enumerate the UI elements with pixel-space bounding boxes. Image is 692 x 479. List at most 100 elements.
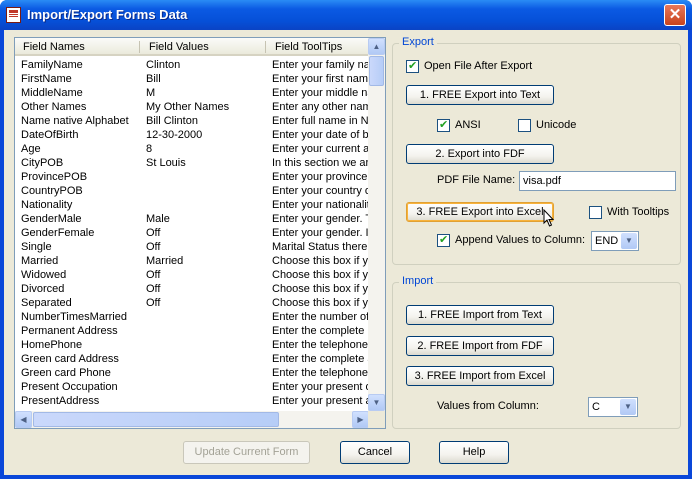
- field-value-cell: Bill: [146, 73, 161, 85]
- field-tooltip-cell: Enter your gender. I: [272, 227, 369, 239]
- scroll-down-icon[interactable]: ▼: [368, 394, 385, 411]
- table-row[interactable]: Green card Address Enter the complete a: [15, 352, 369, 366]
- column-divider[interactable]: [139, 41, 140, 53]
- field-tooltip-cell: Enter your nationality: [272, 199, 369, 211]
- table-row[interactable]: FirstName Bill Enter your first name: [15, 72, 369, 86]
- table-row[interactable]: Married Married Choose this box if yo: [15, 254, 369, 268]
- vertical-scroll-thumb[interactable]: [369, 56, 384, 86]
- open-after-export-checkbox[interactable]: [406, 59, 419, 73]
- field-value-cell: Off: [146, 283, 161, 295]
- append-values-checkbox[interactable]: [437, 233, 450, 247]
- table-row[interactable]: Name native Alphabet Bill Clinton Enter fu…: [15, 114, 369, 128]
- field-tooltip-cell: Enter the number of: [272, 311, 369, 323]
- ansi-checkbox[interactable]: [437, 118, 450, 132]
- window-title: Import/Export Forms Data: [27, 7, 188, 22]
- field-value-cell: 12-30-2000: [146, 129, 203, 141]
- import-group: Import 1. FREE Import from Text 2. FREE …: [392, 275, 681, 429]
- help-button[interactable]: Help: [439, 441, 509, 464]
- column-header-field-names[interactable]: Field Names: [23, 41, 85, 53]
- scrollbar-corner: [368, 411, 385, 428]
- scroll-right-icon[interactable]: ▶: [352, 411, 369, 428]
- unicode-checkbox[interactable]: [518, 119, 531, 132]
- open-after-export-label[interactable]: Open File After Export: [424, 60, 532, 72]
- field-name-cell: Age: [21, 143, 41, 155]
- table-row[interactable]: GenderFemale Off Enter your gender. I: [15, 226, 369, 240]
- import-text-button[interactable]: 1. FREE Import from Text: [406, 305, 554, 325]
- table-row[interactable]: Single Off Marital Status there: [15, 240, 369, 254]
- field-value-cell: Bill Clinton: [146, 115, 198, 127]
- table-row[interactable]: CityPOB St Louis In this section we ar: [15, 156, 369, 170]
- field-value-cell: Off: [146, 227, 161, 239]
- table-row[interactable]: Age 8 Enter your current ag: [15, 142, 369, 156]
- horizontal-scroll-thumb[interactable]: [33, 412, 279, 427]
- fields-list-view[interactable]: Field Names Field Values Field ToolTips …: [14, 37, 386, 429]
- table-row[interactable]: HomePhone Enter the telephone: [15, 338, 369, 352]
- app-form-icon: [6, 7, 21, 23]
- append-values-label[interactable]: Append Values to Column:: [455, 234, 585, 246]
- with-tooltips-label[interactable]: With Tooltips: [607, 206, 669, 218]
- field-tooltip-cell: Enter the complete p: [272, 325, 369, 337]
- ansi-label[interactable]: ANSI: [455, 119, 481, 131]
- import-column-select[interactable]: C ▼: [588, 397, 638, 417]
- table-row[interactable]: DateOfBirth 12-30-2000 Enter your date of …: [15, 128, 369, 142]
- table-row[interactable]: GenderMale Male Enter your gender. T: [15, 212, 369, 226]
- field-tooltip-cell: Enter your present o: [272, 381, 369, 393]
- table-row[interactable]: Divorced Off Choose this box if yo: [15, 282, 369, 296]
- field-name-cell: Single: [21, 241, 52, 253]
- table-row[interactable]: FamilyName Clinton Enter your family nam: [15, 58, 369, 72]
- append-column-select[interactable]: END ▼: [591, 231, 639, 251]
- table-row[interactable]: Other Names My Other Names Enter any other…: [15, 100, 369, 114]
- field-name-cell: CountryPOB: [21, 185, 83, 197]
- field-name-cell: GenderMale: [21, 213, 82, 225]
- field-value-cell: My Other Names: [146, 101, 230, 113]
- field-value-cell: Married: [146, 255, 184, 267]
- scroll-up-icon[interactable]: ▲: [368, 38, 385, 55]
- title-bar[interactable]: Import/Export Forms Data ✕: [0, 0, 692, 30]
- column-header-field-tooltips[interactable]: Field ToolTips: [275, 41, 342, 53]
- field-name-cell: CityPOB: [21, 157, 64, 169]
- table-row[interactable]: CountryPOB Enter your country o: [15, 184, 369, 198]
- export-fdf-button[interactable]: 2. Export into FDF: [406, 144, 554, 164]
- update-current-form-button[interactable]: Update Current Form: [183, 441, 310, 464]
- cancel-button[interactable]: Cancel: [340, 441, 410, 464]
- table-row[interactable]: MiddleName M Enter your middle nar: [15, 86, 369, 100]
- values-from-column-label: Values from Column:: [437, 400, 539, 412]
- scroll-left-icon[interactable]: ◀: [15, 411, 32, 428]
- table-row[interactable]: Green card Phone Enter the telephone: [15, 366, 369, 380]
- pdf-file-name-input[interactable]: visa.pdf: [519, 171, 676, 191]
- table-row[interactable]: PresentAddress Enter your present a: [15, 394, 369, 408]
- field-name-cell: Separated: [21, 297, 72, 309]
- field-tooltip-cell: Enter your date of bi: [272, 129, 369, 141]
- vertical-scrollbar[interactable]: ▲ ▼: [368, 38, 385, 411]
- horizontal-scrollbar[interactable]: ◀ ▶: [15, 411, 369, 428]
- field-name-cell: Green card Address: [21, 353, 119, 365]
- close-button[interactable]: ✕: [664, 4, 686, 26]
- table-row[interactable]: Permanent Address Enter the complete p: [15, 324, 369, 338]
- export-group: Export Open File After Export 1. FREE Ex…: [392, 36, 681, 265]
- table-row[interactable]: Present Occupation Enter your present o: [15, 380, 369, 394]
- unicode-label[interactable]: Unicode: [536, 119, 576, 131]
- field-name-cell: Present Occupation: [21, 381, 118, 393]
- field-tooltip-cell: Enter your middle nar: [272, 87, 369, 99]
- import-fdf-button[interactable]: 2. FREE Import from FDF: [406, 336, 554, 356]
- field-name-cell: ProvincePOB: [21, 171, 88, 183]
- table-row[interactable]: Widowed Off Choose this box if yo: [15, 268, 369, 282]
- field-name-cell: PresentAddress: [21, 395, 100, 407]
- chevron-down-icon[interactable]: ▼: [621, 233, 637, 249]
- field-name-cell: Other Names: [21, 101, 87, 113]
- chevron-down-icon[interactable]: ▼: [620, 399, 636, 415]
- field-value-cell: M: [146, 87, 156, 99]
- table-row[interactable]: ProvincePOB Enter your province: [15, 170, 369, 184]
- export-excel-button[interactable]: 3. FREE Export into Excel: [406, 202, 554, 222]
- import-excel-button[interactable]: 3. FREE Import from Excel: [406, 366, 554, 386]
- dialog-window: Import/Export Forms Data ✕ Field Names F…: [0, 0, 692, 479]
- table-row[interactable]: Separated Off Choose this box if yo: [15, 296, 369, 310]
- table-row[interactable]: Nationality Enter your nationality: [15, 198, 369, 212]
- with-tooltips-checkbox[interactable]: [589, 206, 602, 219]
- field-tooltip-cell: Enter the telephone: [272, 339, 369, 351]
- field-name-cell: Green card Phone: [21, 367, 111, 379]
- column-divider[interactable]: [265, 41, 266, 53]
- export-text-button[interactable]: 1. FREE Export into Text: [406, 85, 554, 105]
- column-header-field-values[interactable]: Field Values: [149, 41, 209, 53]
- table-row[interactable]: NumberTimesMarried Enter the number of: [15, 310, 369, 324]
